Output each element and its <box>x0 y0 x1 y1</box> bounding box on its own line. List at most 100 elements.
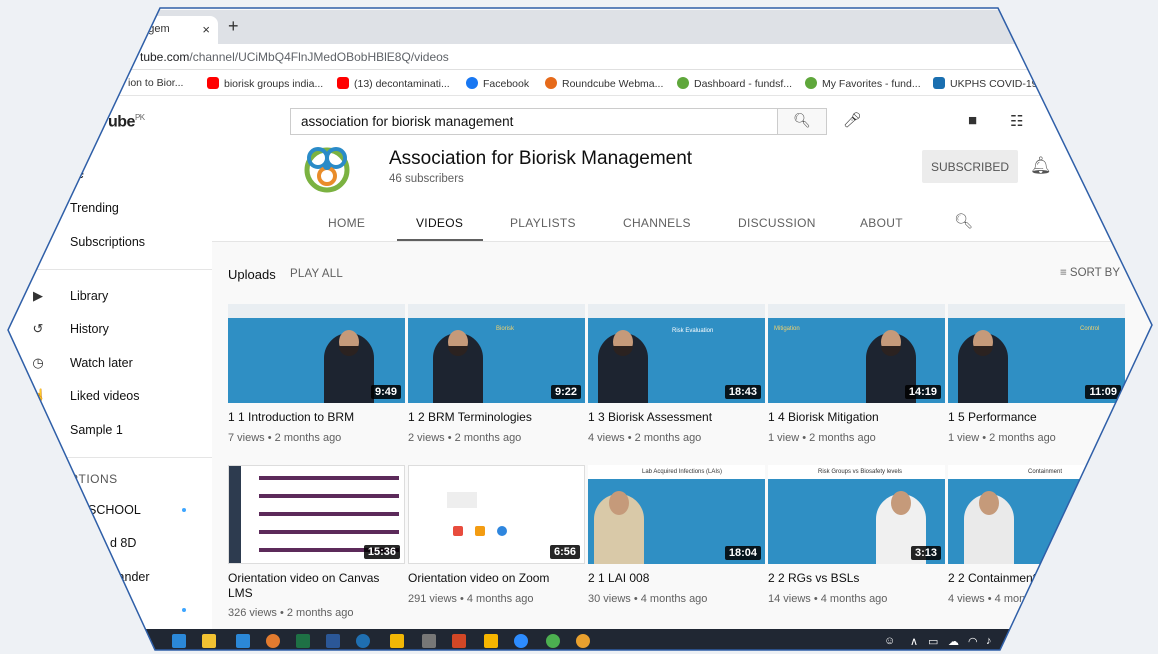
bookmark-item[interactable]: My Favorites - fund... <box>805 77 921 90</box>
firefox-icon[interactable] <box>266 634 280 648</box>
new-content-dot <box>182 608 186 612</box>
tray-chevron-icon[interactable]: ∧ <box>910 635 918 648</box>
video-title[interactable]: 2 1 LAI 008 <box>588 571 765 586</box>
video-thumbnail[interactable]: Lab Acquired Infections (LAIs) 18:04 <box>588 465 765 564</box>
video-thumbnail[interactable]: 6:56 <box>408 465 585 564</box>
bookmark-item[interactable]: biorisk groups india... <box>207 77 323 90</box>
subscriptions-icon: ▣ <box>31 234 45 249</box>
video-thumbnail[interactable]: Mitigation 14:19 <box>768 304 945 403</box>
videos-grid: Uploads PLAY ALL ≡ SORT BY 9:49 1 1 Intr… <box>212 242 1152 650</box>
app-icon[interactable] <box>422 634 436 648</box>
video-meta: 326 views • 2 months ago <box>228 607 354 619</box>
apps-grid-icon[interactable]: ☷ <box>1010 112 1023 130</box>
bookmark-item[interactable]: Roundcube Webma... <box>545 77 663 90</box>
tab-playlists[interactable]: PLAYLISTS <box>510 216 576 230</box>
video-title[interactable]: 1 5 Performance <box>948 410 1125 425</box>
browser-tab-bar: nagem × + <box>8 10 1152 44</box>
cloud-icon[interactable]: ☁ <box>948 635 959 648</box>
bookmark-item[interactable]: Dashboard - fundsf... <box>677 77 792 90</box>
play-all-button[interactable]: PLAY ALL <box>290 268 343 280</box>
subscriber-count: 46 subscribers <box>389 173 464 185</box>
video-thumbnail[interactable]: Risk Groups vs Biosafety levels 3:13 <box>768 465 945 564</box>
create-video-icon[interactable]: ■ <box>968 112 977 129</box>
new-tab-icon[interactable]: + <box>228 16 239 37</box>
explorer-icon[interactable] <box>390 634 404 648</box>
microphone-icon[interactable]: 🎤︎ <box>843 111 862 129</box>
sidebar-item-library[interactable]: Library <box>70 289 108 303</box>
word-icon[interactable] <box>326 634 340 648</box>
video-thumbnail[interactable]: Risk Evaluation 18:43 <box>588 304 765 403</box>
youtube-logo[interactable]: ubePK <box>108 113 145 131</box>
sidebar-subscription-item[interactable]: d 8D <box>110 536 136 550</box>
sidebar-item-liked-videos[interactable]: Liked videos <box>70 389 140 403</box>
store-icon[interactable] <box>202 634 216 648</box>
video-title[interactable]: 1 4 Biorisk Mitigation <box>768 410 945 425</box>
browser-tab[interactable]: nagem × <box>130 16 218 44</box>
slide-header-strip <box>588 304 765 318</box>
slide-text: Mitigation <box>774 326 800 332</box>
powerpoint-icon[interactable] <box>452 634 466 648</box>
notification-bell-icon[interactable]: 🔔︎ <box>1030 156 1052 176</box>
sidebar-divider <box>8 457 212 458</box>
bookmark-item[interactable]: UKPHS COVID-19 <box>933 77 1038 90</box>
mail-icon[interactable] <box>236 634 250 648</box>
video-meta: 4 views • 4 mon <box>948 593 1026 605</box>
bookmark-item[interactable]: Facebook <box>466 77 529 90</box>
edge-icon[interactable] <box>356 634 370 648</box>
tab-videos[interactable]: VIDEOS <box>416 216 463 230</box>
tab-channels[interactable]: CHANNELS <box>623 216 691 230</box>
search-button[interactable]: 🔍︎ <box>777 108 827 135</box>
chrome-icon[interactable] <box>546 634 560 648</box>
people-icon[interactable]: ☺ <box>884 635 895 647</box>
video-thumbnail[interactable]: 9:49 <box>228 304 405 403</box>
wifi-icon[interactable]: ◠ <box>968 635 978 648</box>
sidebar-item-history[interactable]: History <box>70 322 109 336</box>
address-bar[interactable]: tube.com/channel/UCiMbQ4FlnJMedOBobHBlE8… <box>8 44 1152 70</box>
video-title[interactable]: Orientation video on Zoom <box>408 571 585 586</box>
sidebar-item-home[interactable]: ne <box>70 167 84 181</box>
favorites-icon <box>805 77 817 89</box>
sort-by-button[interactable]: ≡ SORT BY <box>1060 267 1120 279</box>
video-title[interactable]: 1 3 Biorisk Assessment <box>588 410 765 425</box>
tab-title: nagem <box>136 23 170 35</box>
video-duration: 9:22 <box>550 385 581 399</box>
sidebar: ⌂ ne ♨ Trending ▣ Subscriptions ▶ Librar… <box>8 146 212 650</box>
bookmark-item[interactable]: ion to Bior... <box>128 77 183 89</box>
video-title[interactable]: 1 1 Introduction to BRM <box>228 410 405 425</box>
video-title[interactable]: 2 2 Containment <box>948 571 1125 586</box>
video-thumbnail[interactable]: Biorisk 9:22 <box>408 304 585 403</box>
chrome-active-icon[interactable] <box>576 634 590 648</box>
channel-avatar[interactable] <box>302 142 352 194</box>
tab-home[interactable]: HOME <box>328 216 365 230</box>
video-title[interactable]: 2 2 RGs vs BSLs <box>768 571 945 586</box>
url-text[interactable]: tube.com/channel/UCiMbQ4FlnJMedOBobHBlE8… <box>140 50 449 64</box>
sidebar-item-watch-later[interactable]: Watch later <box>70 356 133 370</box>
video-title[interactable]: Orientation video on Canvas LMS <box>228 571 405 601</box>
ukphs-icon <box>933 77 945 89</box>
video-thumbnail[interactable]: 15:36 <box>228 465 405 564</box>
start-icon[interactable] <box>172 634 186 648</box>
slide-text: Control <box>1080 326 1100 332</box>
subscribed-button[interactable]: SUBSCRIBED <box>922 150 1018 183</box>
app-icon[interactable] <box>484 634 498 648</box>
sidebar-item-sample-1[interactable]: Sample 1 <box>70 423 123 437</box>
bookmark-label: My Favorites - fund... <box>822 78 921 90</box>
sidebar-subscription-item[interactable]: SCHOOL <box>88 503 141 517</box>
volume-icon[interactable]: ♪ <box>986 635 992 647</box>
video-thumbnail[interactable]: Control 11:09 <box>948 304 1125 403</box>
video-thumbnail[interactable]: Containment <box>948 465 1125 564</box>
tab-about[interactable]: ABOUT <box>860 216 903 230</box>
tab-discussion[interactable]: DISCUSSION <box>738 216 816 230</box>
sidebar-item-trending[interactable]: Trending <box>70 201 119 215</box>
video-title[interactable]: 1 2 BRM Terminologies <box>408 410 585 425</box>
excel-icon[interactable] <box>296 634 310 648</box>
sidebar-subscription-item[interactable]: llander <box>112 570 150 584</box>
tab-close-icon[interactable]: × <box>202 22 210 37</box>
channel-search-icon[interactable]: 🔍︎ <box>954 212 973 230</box>
bookmark-item[interactable]: (13) decontaminati... <box>337 77 450 90</box>
lms-sidebar-graphic <box>229 466 241 563</box>
sidebar-item-subscriptions[interactable]: Subscriptions <box>70 235 145 249</box>
search-input[interactable]: association for biorisk management <box>290 108 778 135</box>
zoom-icon[interactable] <box>514 634 528 648</box>
bookmark-label: UKPHS COVID-19 <box>950 78 1038 90</box>
